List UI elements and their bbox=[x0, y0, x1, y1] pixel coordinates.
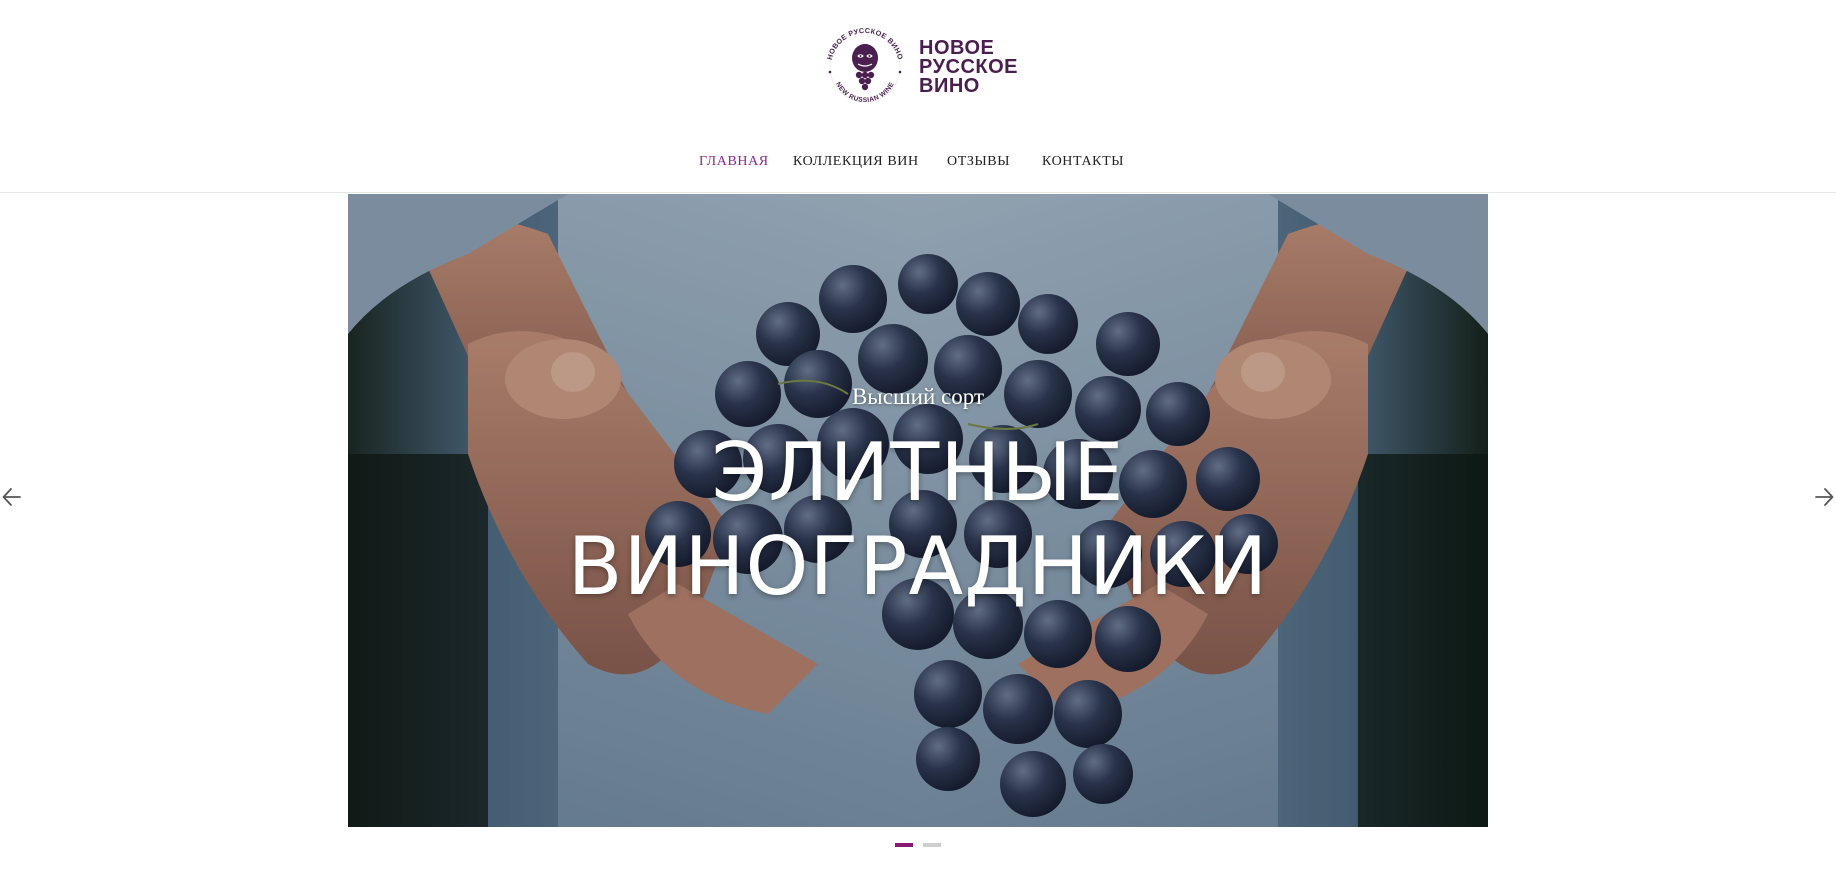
nav-item-contacts[interactable]: КОНТАКТЫ bbox=[1042, 154, 1124, 170]
hero-caption: Высший сорт ЭЛИТНЫЕ ВИНОГРАДНИКИ bbox=[348, 194, 1488, 827]
logo-line-2: РУССКОЕ bbox=[919, 55, 1019, 78]
nav-item-wine-collection[interactable]: КОЛЛЕКЦИЯ ВИН bbox=[793, 154, 919, 170]
logo-wordmark: НОВОЕ РУССКОЕ ВИНО bbox=[919, 36, 1019, 97]
slider-pagination bbox=[895, 843, 945, 847]
slider-prev-button[interactable] bbox=[2, 486, 22, 508]
hero-title-line-1: ЭЛИТНЫЕ bbox=[711, 426, 1125, 519]
nav-item-reviews[interactable]: ОТЗЫВЫ bbox=[947, 154, 1010, 170]
slider-dot-1[interactable] bbox=[895, 843, 913, 847]
logo-seal-icon: НОВОЕ РУССКОЕ ВИНО NEW RUSSIAN WINE bbox=[825, 28, 905, 104]
slider-next-button[interactable] bbox=[1814, 486, 1834, 508]
logo-line-1: НОВОЕ bbox=[919, 36, 995, 59]
hero-slider[interactable]: Высший сорт ЭЛИТНЫЕ ВИНОГРАДНИКИ bbox=[348, 194, 1488, 827]
nav-item-home[interactable]: ГЛАВНАЯ bbox=[699, 154, 769, 170]
slider-dot-2[interactable] bbox=[923, 843, 941, 847]
logo-line-3: ВИНО bbox=[919, 74, 980, 97]
hero-title-line-2: ВИНОГРАДНИКИ bbox=[567, 520, 1269, 613]
site-logo[interactable]: НОВОЕ РУССКОЕ ВИНО NEW RUSSIAN WINE НОВО… bbox=[817, 28, 1027, 106]
page: НОВОЕ РУССКОЕ ВИНО NEW RUSSIAN WINE НОВО… bbox=[0, 0, 1836, 892]
main-nav: ГЛАВНАЯ КОЛЛЕКЦИЯ ВИН ОТЗЫВЫ КОНТАКТЫ bbox=[0, 154, 1836, 176]
header-divider bbox=[0, 192, 1836, 193]
arrow-right-icon bbox=[1815, 488, 1834, 506]
hero-subtitle: Высший сорт bbox=[851, 384, 985, 409]
arrow-left-icon bbox=[2, 488, 21, 506]
hero-title: ЭЛИТНЫЕ ВИНОГРАДНИКИ bbox=[348, 426, 1488, 614]
